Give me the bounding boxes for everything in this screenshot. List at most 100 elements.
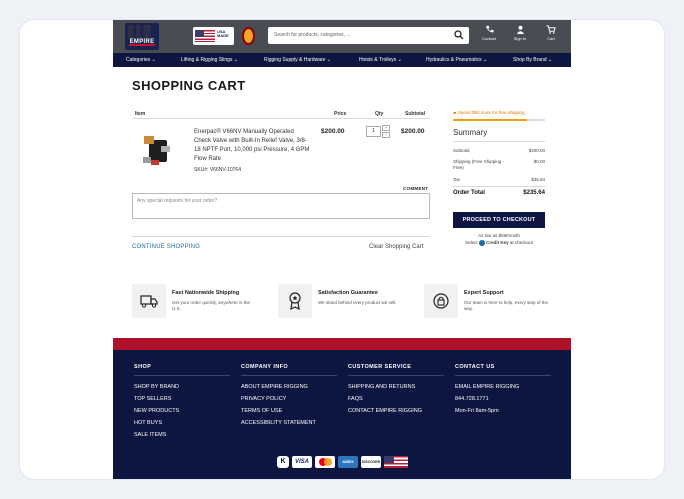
footer-link[interactable]: NEW PRODUCTS bbox=[134, 405, 230, 417]
checkout-button[interactable]: PROCEED TO CHECKOUT bbox=[453, 212, 545, 228]
empire-logo[interactable]: EMPIRE bbox=[125, 23, 159, 50]
summary-value: $0.00 bbox=[533, 159, 545, 164]
nav-categories[interactable]: Categories ⌄ bbox=[126, 57, 181, 63]
clear-cart-link[interactable]: Clear Shopping Cart bbox=[369, 244, 423, 250]
product-subtotal: $200.00 bbox=[401, 128, 425, 135]
truck-icon: ▰ bbox=[453, 110, 457, 115]
feature-guarantee: Satisfaction Guarantee We stand behind e… bbox=[278, 284, 418, 319]
summary-heading: Summary bbox=[453, 128, 488, 137]
contact-link[interactable]: Contact bbox=[477, 25, 501, 41]
at-checkout-text: at checkout bbox=[509, 240, 533, 245]
footer-link[interactable]: SHOP BY BRAND bbox=[134, 381, 230, 393]
footer-link[interactable]: CONTACT EMPIRE RIGGING bbox=[348, 405, 444, 417]
user-icon bbox=[516, 25, 524, 34]
search-input[interactable]: Search for products, categories, ... bbox=[268, 27, 469, 44]
support-icon bbox=[433, 293, 449, 309]
cart-label: Cart bbox=[547, 36, 555, 41]
nav-lifting-rigging-slings[interactable]: Lifting & Rigging Slings ⌄ bbox=[181, 57, 264, 63]
nav-rigging-supply-hardware[interactable]: Rigging Supply & Hardware ⌄ bbox=[264, 57, 359, 63]
award-icon bbox=[289, 292, 301, 310]
qty-decrease-button[interactable]: − bbox=[382, 132, 390, 138]
as-low-as-text: As low as $59/month bbox=[478, 233, 520, 238]
credit-key-icon: K bbox=[277, 456, 289, 468]
summary-line: Tax $35.64 bbox=[453, 177, 545, 182]
footer-col-company: COMPANY INFO ABOUT EMPIRE RIGGING PRIVAC… bbox=[241, 364, 337, 429]
summary-label: Tax bbox=[453, 177, 461, 182]
sign-in-link[interactable]: Sign In bbox=[508, 25, 532, 41]
us-flag-icon bbox=[384, 456, 408, 468]
footer-link[interactable]: TOP SELLERS bbox=[134, 393, 230, 405]
continue-shopping-link[interactable]: CONTINUE SHOPPING bbox=[132, 244, 200, 250]
contact-label: Contact bbox=[482, 36, 496, 41]
footer-link[interactable]: HOT BUYS bbox=[134, 417, 230, 429]
seal-icon bbox=[242, 27, 255, 45]
qty-increase-button[interactable]: + bbox=[382, 125, 390, 131]
product-sku: SKU#: V66NV-10764 bbox=[194, 167, 241, 173]
footer-link[interactable]: TERMS OF USE bbox=[241, 405, 337, 417]
financing-info: As low as $59/month Select Credit Key at… bbox=[453, 232, 545, 246]
footer-heading: CUSTOMER SERVICE bbox=[348, 364, 444, 376]
select-text: Select bbox=[465, 240, 478, 245]
nav-shop-by-brand[interactable]: Shop By Brand ⌄ bbox=[513, 57, 552, 63]
footer-heading: COMPANY INFO bbox=[241, 364, 337, 376]
feature-title: Satisfaction Guarantee bbox=[318, 290, 378, 296]
usa-made-badge: USA MADE bbox=[193, 27, 234, 45]
product-image[interactable] bbox=[141, 130, 175, 169]
order-total: Order Total $235.64 bbox=[453, 190, 545, 196]
visa-icon: VISA bbox=[292, 456, 312, 468]
product-price: $200.00 bbox=[321, 128, 345, 135]
summary-label: Subtotal bbox=[453, 148, 470, 153]
footer-link[interactable]: SHIPPING AND RETURNS bbox=[348, 381, 444, 393]
search-placeholder: Search for products, categories, ... bbox=[274, 32, 351, 38]
credit-key-icon bbox=[478, 239, 485, 246]
footer-link: Mon-Fri 8am-5pm bbox=[455, 408, 499, 414]
nav-hoists-trolleys[interactable]: Hoists & Trolleys ⌄ bbox=[359, 57, 426, 63]
summary-line: Shipping (Free Shipping - Free) $0.00 bbox=[453, 159, 545, 171]
feature-title: Expert Support bbox=[464, 290, 504, 296]
free-shipping-promo: ▰ Spend $50 more for free shipping bbox=[453, 110, 525, 116]
feature-title: Fast Nationwide Shipping bbox=[172, 290, 240, 296]
footer-col-service: CUSTOMER SERVICE SHIPPING AND RETURNS FA… bbox=[348, 364, 444, 417]
footer-link[interactable]: ACCESSIBILITY STATEMENT bbox=[241, 417, 337, 429]
summary-line: Subtotal $200.00 bbox=[453, 148, 545, 153]
feature-support: Expert Support Our team is here to help,… bbox=[424, 284, 564, 319]
promo-text: Spend $50 more for free shipping bbox=[457, 110, 525, 115]
nav-hydraulics-pneumatics[interactable]: Hydraulics & Pneumatics ⌄ bbox=[426, 57, 513, 63]
feature-desc: Get your order quickly, anywhere in the … bbox=[172, 300, 250, 311]
comment-field[interactable]: Any special requests for your order? bbox=[132, 193, 430, 219]
us-flag-icon bbox=[195, 30, 215, 42]
credit-key-link[interactable]: Credit Key bbox=[486, 240, 509, 245]
feature-desc: Our team is here to help, every step of … bbox=[464, 300, 549, 311]
col-qty: Qty bbox=[375, 111, 384, 117]
footer-heading: SHOP bbox=[134, 364, 230, 376]
quantity-input[interactable]: 1 bbox=[366, 126, 381, 137]
cart-icon bbox=[546, 25, 556, 34]
amex-icon: AMEX bbox=[338, 456, 358, 468]
product-name[interactable]: Enerpac® V66NV Manually Operated Check V… bbox=[194, 128, 312, 164]
footer-link[interactable]: SALE ITEMS bbox=[134, 429, 230, 441]
footer-link[interactable]: EMAIL EMPIRE RIGGING bbox=[455, 381, 551, 393]
divider bbox=[132, 118, 430, 119]
footer-link[interactable]: ABOUT EMPIRE RIGGING bbox=[241, 381, 337, 393]
comment-label: COMMENT bbox=[403, 186, 429, 191]
search-icon[interactable] bbox=[454, 30, 464, 40]
cart-link[interactable]: Cart bbox=[539, 25, 563, 41]
footer: SHOP SHOP BY BRAND TOP SELLERS NEW PRODU… bbox=[113, 350, 571, 479]
sign-in-label: Sign In bbox=[513, 36, 527, 41]
feature-desc: We stand behind every product we sell. bbox=[318, 300, 397, 305]
footer-link[interactable]: PRIVACY POLICY bbox=[241, 393, 337, 405]
page-title: SHOPPING CART bbox=[132, 78, 246, 93]
order-total-label: Order Total bbox=[453, 190, 485, 196]
feature-shipping: Fast Nationwide Shipping Get your order … bbox=[132, 284, 272, 319]
divider bbox=[453, 186, 545, 187]
footer-link[interactable]: FAQS bbox=[348, 393, 444, 405]
badge-text: USA MADE bbox=[217, 29, 229, 38]
footer-col-contact: CONTACT US EMAIL EMPIRE RIGGING 844.728.… bbox=[455, 364, 551, 417]
contact-icon bbox=[485, 25, 494, 33]
col-item: Item bbox=[135, 111, 146, 117]
footer-link[interactable]: 844.728.1771 bbox=[455, 393, 551, 405]
summary-label: Shipping (Free Shipping - Free) bbox=[453, 159, 505, 170]
promo-progress-bar bbox=[453, 119, 545, 121]
divider bbox=[132, 236, 430, 237]
main-nav: Categories ⌄ Lifting & Rigging Slings ⌄ … bbox=[113, 53, 571, 67]
